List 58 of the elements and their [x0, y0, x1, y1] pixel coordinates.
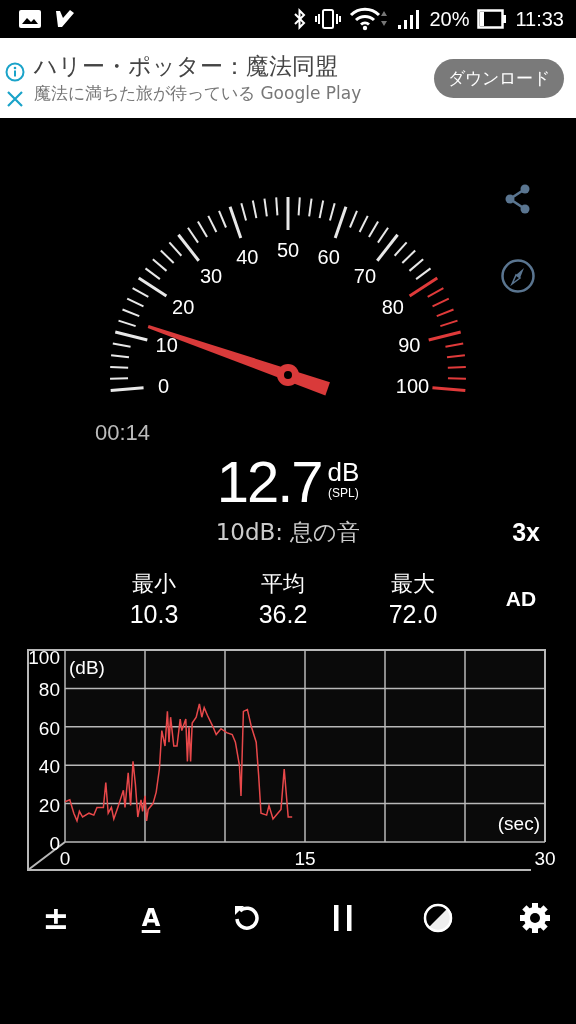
y-tick-label: 0: [49, 833, 60, 854]
pause-icon[interactable]: [333, 904, 353, 932]
y-tick-label: 80: [38, 679, 60, 701]
gauge-label: 100: [395, 374, 430, 397]
gauge-label: 80: [381, 295, 404, 318]
level-description: 10dB: 息の音: [215, 518, 361, 547]
gauge-label: 60: [317, 245, 340, 268]
y-axis-label: (dB): [69, 657, 105, 678]
elapsed-time: 00:14: [95, 420, 151, 445]
stat-value: 72.0: [388, 599, 438, 629]
clock: 11:33: [515, 7, 564, 31]
gauge-label: 70: [353, 265, 377, 288]
gauge-label: 30: [199, 265, 223, 288]
vibrate-icon: [315, 8, 342, 30]
x-tick-label: 15: [294, 848, 316, 869]
x-tick-label: 0: [59, 848, 71, 869]
weighting-label: (SPL): [328, 486, 359, 500]
stat-value: 10.3: [129, 599, 179, 629]
close-icon[interactable]: [6, 90, 24, 108]
gauge-label: 20: [172, 295, 195, 318]
contrast-icon[interactable]: [423, 903, 453, 933]
signal-icon: [397, 8, 422, 30]
x-tick-label: 30: [534, 848, 556, 869]
wifi-icon: [349, 7, 390, 31]
stat-label: 平均: [261, 570, 305, 598]
mode-button[interactable]: AD: [505, 587, 549, 611]
stat-label: 最大: [391, 570, 435, 598]
gauge-label: 0: [157, 374, 170, 397]
ad-title: ハリー・ポッター：魔法同盟: [34, 52, 339, 81]
y-tick-label: 100: [28, 647, 60, 668]
x-axis-label: (sec): [497, 813, 540, 834]
settings-icon[interactable]: [519, 902, 551, 934]
stat-value: 36.2: [258, 599, 308, 629]
compass-icon[interactable]: [500, 258, 536, 294]
plus-minus-button[interactable]: ±: [38, 900, 74, 936]
gauge-label: 40: [236, 245, 259, 268]
share-icon[interactable]: [504, 184, 532, 214]
download-button[interactable]: ダウンロード: [434, 58, 564, 98]
y-tick-label: 20: [38, 794, 60, 816]
reset-icon[interactable]: [232, 903, 262, 933]
y-tick-label: 40: [38, 756, 60, 778]
check-icon: [54, 9, 76, 29]
gauge-label: 90: [398, 333, 421, 356]
speed-button[interactable]: 3x: [512, 514, 540, 550]
bluetooth-icon: [293, 8, 308, 30]
font-button[interactable]: A: [137, 900, 165, 936]
gauge-label: 50: [276, 239, 300, 261]
ad-subtitle: 魔法に満ちた旅が待っている Google Play: [34, 82, 363, 105]
unit-label: dB: [327, 458, 360, 486]
stat-label: 最小: [132, 570, 176, 598]
gallery-icon: [18, 9, 42, 29]
gauge-label: 10: [155, 333, 178, 356]
battery-icon: [477, 8, 508, 30]
y-tick-label: 60: [38, 717, 60, 739]
ad-banner[interactable]: ハリー・ポッター：魔法同盟 魔法に満ちた旅が待っている Google Play ダウンロード: [0, 38, 576, 118]
battery-percent: 20%: [429, 7, 470, 31]
sound-level-value: 12.7: [216, 450, 322, 514]
info-icon[interactable]: [5, 62, 25, 82]
